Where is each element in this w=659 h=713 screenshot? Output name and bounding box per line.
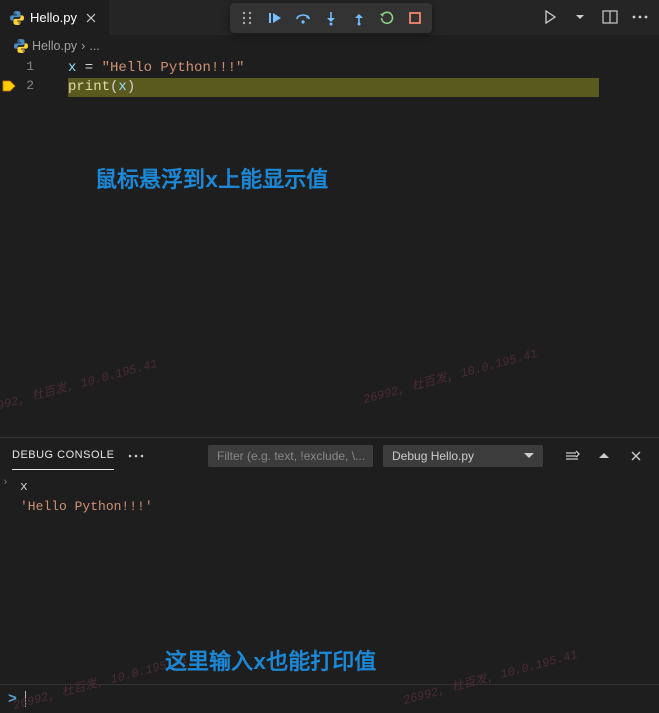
editor-actions [539, 6, 651, 28]
continue-button[interactable] [262, 5, 288, 31]
close-panel-icon[interactable] [625, 445, 647, 467]
python-icon [14, 39, 28, 53]
debug-session-select[interactable]: Debug Hello.py [383, 445, 543, 467]
stop-button[interactable] [402, 5, 428, 31]
session-label: Debug Hello.py [392, 449, 474, 463]
clear-console-icon[interactable] [561, 445, 583, 467]
tab-filename: Hello.py [30, 10, 77, 25]
panel-more-icon[interactable] [124, 454, 148, 458]
annotation-repl: 这里输入x也能打印值 [165, 644, 376, 676]
line-number: 1 [0, 57, 52, 76]
repl-input[interactable] [34, 691, 651, 706]
code-editor[interactable]: 1 2 x = "Hello Python!!!" print(x) 鼠标悬浮到… [0, 57, 659, 439]
watermark: 26992, 杜百发, 10.0.195.41 [0, 354, 159, 417]
step-into-button[interactable] [318, 5, 344, 31]
breadcrumb-file: Hello.py [32, 39, 77, 53]
console-output[interactable]: › x 'Hello Python!!!' 26992, 杜百发, 10.0.1… [0, 473, 659, 684]
drag-grip-icon[interactable] [234, 5, 260, 31]
close-icon[interactable] [83, 10, 99, 26]
python-icon [10, 11, 24, 25]
current-line-icon [2, 79, 16, 93]
cursor [25, 691, 26, 707]
annotation-hover: 鼠标悬浮到x上能显示值 [95, 162, 328, 194]
console-input-line: x [14, 477, 645, 497]
more-actions-icon[interactable] [629, 6, 651, 28]
run-button[interactable] [539, 6, 561, 28]
maximize-panel-icon[interactable] [593, 445, 615, 467]
run-dropdown[interactable] [569, 6, 591, 28]
step-over-button[interactable] [290, 5, 316, 31]
filter-input[interactable] [208, 445, 373, 467]
breadcrumb-more: ... [89, 39, 99, 53]
code-line: x = "Hello Python!!!" [68, 59, 659, 78]
breadcrumb-sep: › [81, 39, 85, 53]
input-marker-icon: › [2, 477, 9, 489]
chevron-down-icon [524, 453, 534, 459]
repl-input-bar: > [0, 684, 659, 712]
code-content: x = "Hello Python!!!" print(x) [0, 57, 659, 97]
step-out-button[interactable] [346, 5, 372, 31]
code-line-current: print(x) [68, 78, 599, 97]
panel-header: DEBUG CONSOLE Debug Hello.py [0, 438, 659, 473]
console-output-line: 'Hello Python!!!' [14, 497, 645, 517]
editor-tab[interactable]: Hello.py [0, 0, 110, 35]
bottom-panel: DEBUG CONSOLE Debug Hello.py › x 'He [0, 437, 659, 712]
breadcrumb[interactable]: Hello.py › ... [0, 35, 659, 57]
split-editor-icon[interactable] [599, 6, 621, 28]
chevron-right-icon: > [8, 690, 17, 707]
debug-console-tab[interactable]: DEBUG CONSOLE [12, 441, 114, 470]
tab-bar: Hello.py [0, 0, 659, 35]
watermark: 26992, 杜百发, 10.0.195.41 [361, 344, 539, 407]
debug-toolbar [230, 3, 432, 33]
restart-button[interactable] [374, 5, 400, 31]
